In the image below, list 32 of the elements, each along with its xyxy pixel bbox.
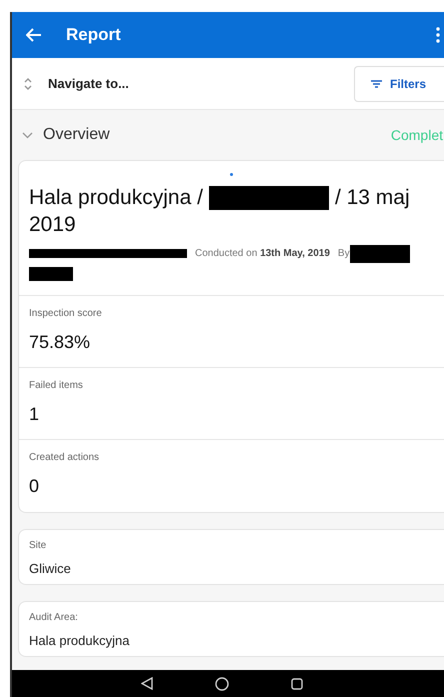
by-text: By	[338, 247, 350, 262]
field-value: Hala produkcyjna	[29, 632, 130, 650]
title-text: 2019	[29, 213, 76, 236]
home-nav-icon[interactable]	[215, 676, 229, 690]
stat-label: Created actions	[29, 450, 100, 465]
filters-button[interactable]: Filters	[354, 66, 444, 102]
section-header[interactable]: Overview Complet	[18, 110, 444, 160]
chevron-icon	[22, 132, 33, 138]
navigate-link[interactable]: Navigate to...	[48, 74, 129, 94]
indicator-dot	[230, 173, 233, 176]
conducted-text: Conducted on 13th May, 2019	[195, 247, 330, 262]
stat-value: 1	[29, 402, 40, 426]
recents-nav-icon[interactable]	[291, 678, 303, 690]
back-icon[interactable]	[26, 28, 42, 42]
sort-icon[interactable]	[24, 76, 32, 90]
more-icon[interactable]	[436, 27, 440, 43]
stat-label: Failed items	[29, 378, 84, 393]
title-text: / 13 maj	[334, 185, 410, 211]
redaction-bar	[29, 266, 73, 281]
redaction-bar	[350, 244, 410, 263]
status-text: Complet	[390, 126, 443, 145]
stat-label: Inspection score	[29, 306, 103, 321]
stat-value: 75.83%	[29, 330, 92, 354]
field-label: Audit Area:	[29, 610, 79, 625]
stat-value: 0	[29, 474, 40, 498]
section-title: Overview	[43, 125, 110, 145]
app-title: Report	[66, 24, 121, 46]
field-value: Gliwice	[29, 560, 72, 578]
field-label: Site	[29, 538, 48, 553]
filter-icon	[370, 80, 382, 88]
title-text: Hala produkcyjna /	[29, 185, 203, 211]
back-nav-icon[interactable]	[141, 677, 153, 690]
